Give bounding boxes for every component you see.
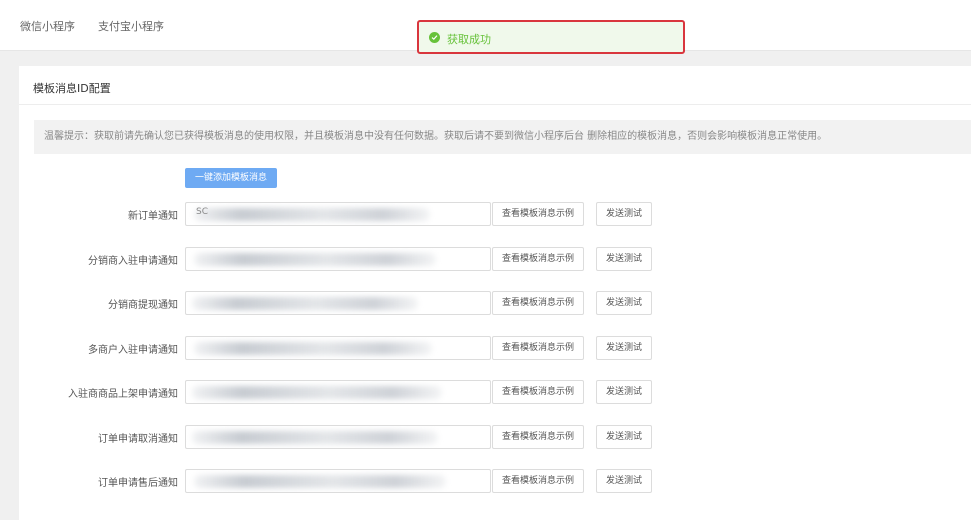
tips-banner: 温馨提示：获取前请先确认您已获得模板消息的使用权限，并且模板消息中没有任何数据。… <box>34 120 971 154</box>
template-id-input[interactable] <box>185 425 491 449</box>
send-test-button[interactable]: 发送测试 <box>596 425 652 449</box>
template-row-label: 分销商提现通知 <box>108 300 178 311</box>
view-template-example-button[interactable]: 查看模板消息示例 <box>492 425 584 449</box>
template-id-input[interactable] <box>185 336 491 360</box>
template-row-label: 新订单通知 <box>128 211 178 222</box>
template-row: 分销商入驻申请通知 查看模板消息示例 发送测试 <box>19 247 971 271</box>
template-id-input[interactable] <box>185 291 491 315</box>
redacted-value <box>192 297 418 310</box>
template-row-label: 订单申请售后通知 <box>98 478 178 489</box>
template-id-value: SC <box>196 207 208 217</box>
divider <box>19 104 971 105</box>
template-row-label: 入驻商商品上架申请通知 <box>68 389 178 400</box>
view-template-example-button[interactable]: 查看模板消息示例 <box>492 380 584 404</box>
template-row: 订单申请取消通知 查看模板消息示例 发送测试 <box>19 425 971 449</box>
redacted-value <box>194 342 432 355</box>
view-template-example-button[interactable]: 查看模板消息示例 <box>492 469 584 493</box>
send-test-button[interactable]: 发送测试 <box>596 336 652 360</box>
template-config-card: 模板消息ID配置 温馨提示：获取前请先确认您已获得模板消息的使用权限，并且模板消… <box>19 66 971 520</box>
template-id-input[interactable] <box>185 247 491 271</box>
template-id-input[interactable] <box>185 469 491 493</box>
template-row: 订单申请售后通知 查看模板消息示例 发送测试 <box>19 469 971 493</box>
template-row-label: 订单申请取消通知 <box>98 434 178 445</box>
card-title: 模板消息ID配置 <box>33 82 111 95</box>
template-id-input[interactable]: SC <box>185 202 491 226</box>
redacted-value <box>194 253 436 266</box>
redacted-value <box>194 208 430 221</box>
send-test-button[interactable]: 发送测试 <box>596 202 652 226</box>
view-template-example-button[interactable]: 查看模板消息示例 <box>492 336 584 360</box>
success-toast: 获取成功 <box>417 20 685 54</box>
template-row: 入驻商商品上架申请通知 查看模板消息示例 发送测试 <box>19 380 971 404</box>
view-template-example-button[interactable]: 查看模板消息示例 <box>492 291 584 315</box>
send-test-button[interactable]: 发送测试 <box>596 380 652 404</box>
view-template-example-button[interactable]: 查看模板消息示例 <box>492 247 584 271</box>
redacted-value <box>192 386 442 399</box>
check-circle-icon <box>429 32 440 43</box>
send-test-button[interactable]: 发送测试 <box>596 247 652 271</box>
redacted-value <box>194 475 446 488</box>
view-template-example-button[interactable]: 查看模板消息示例 <box>492 202 584 226</box>
send-test-button[interactable]: 发送测试 <box>596 291 652 315</box>
template-id-input[interactable] <box>185 380 491 404</box>
add-template-button[interactable]: 一键添加模板消息 <box>185 168 277 188</box>
redacted-value <box>192 431 438 444</box>
tab-alipay-miniprogram[interactable]: 支付宝小程序 <box>98 18 164 34</box>
template-row: 分销商提现通知 查看模板消息示例 发送测试 <box>19 291 971 315</box>
template-row-label: 分销商入驻申请通知 <box>88 256 178 267</box>
template-row: 多商户入驻申请通知 查看模板消息示例 发送测试 <box>19 336 971 360</box>
toast-message: 获取成功 <box>447 33 491 46</box>
template-row-label: 多商户入驻申请通知 <box>88 345 178 356</box>
send-test-button[interactable]: 发送测试 <box>596 469 652 493</box>
template-row: 新订单通知 SC 查看模板消息示例 发送测试 <box>19 202 971 226</box>
tab-wechat-miniprogram[interactable]: 微信小程序 <box>20 18 75 34</box>
